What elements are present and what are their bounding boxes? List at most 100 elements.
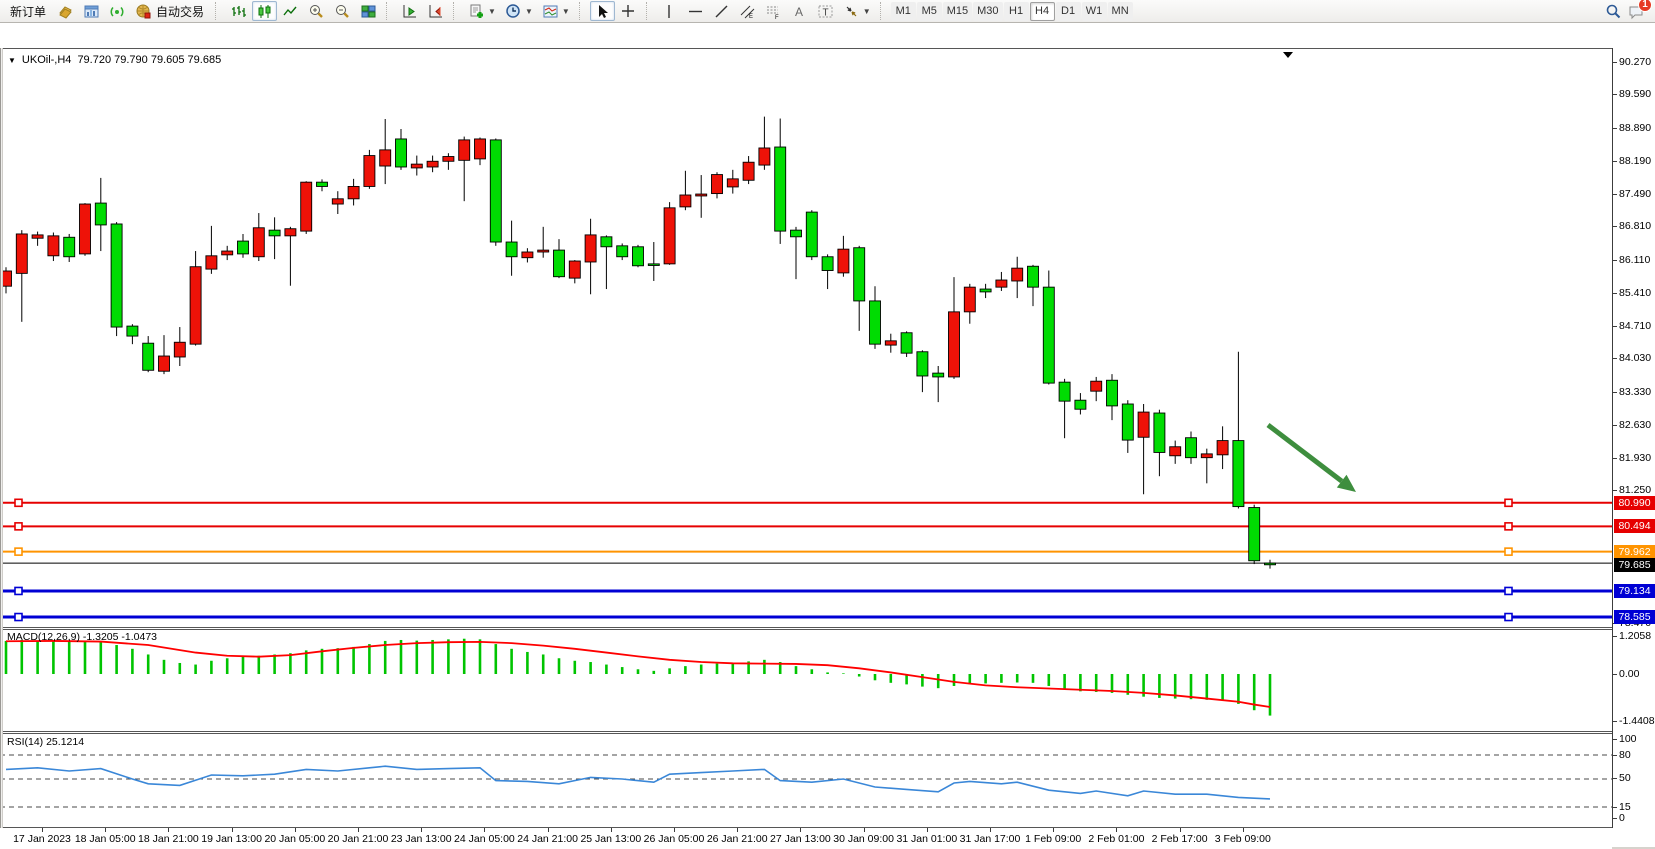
axis-tick-mark — [1613, 674, 1617, 675]
bear-candle-body — [633, 247, 644, 266]
timeframe-button-w1[interactable]: W1 — [1082, 2, 1107, 21]
horizontal-line-tool-button[interactable] — [683, 1, 708, 21]
new-chart-button[interactable]: ▼ — [464, 1, 500, 21]
chart-window[interactable]: ▼ UKOil-,H4 79.720 79.790 79.605 79.685 … — [0, 24, 1655, 825]
line-anchor-handle — [1505, 548, 1512, 555]
line-anchor-handle — [15, 548, 22, 555]
timeframe-button-m30[interactable]: M30 — [973, 2, 1002, 21]
zoom-in-button[interactable] — [304, 1, 329, 21]
pane-separator[interactable] — [0, 629, 1612, 630]
time-axis-tick — [484, 828, 485, 832]
new-order-button[interactable]: 新订单 — [4, 1, 52, 21]
time-axis-label: 30 Jan 09:00 — [833, 833, 894, 845]
candlestick-mode-button[interactable] — [252, 1, 277, 21]
bull-candle-body — [996, 280, 1007, 287]
arrows-tool-button[interactable]: ▼ — [839, 1, 875, 21]
pane-separator[interactable] — [0, 731, 1612, 732]
bear-candle-body — [1059, 382, 1070, 401]
dropdown-arrow-icon: ▼ — [488, 7, 496, 16]
timeframe-button-m5[interactable]: M5 — [917, 2, 942, 21]
label-tool-button[interactable]: T — [813, 1, 838, 21]
vertical-line-tool-button[interactable] — [657, 1, 682, 21]
cursor-arrow-icon — [594, 3, 611, 20]
auto-trading-globe-icon — [135, 3, 152, 20]
timeframe-button-m1[interactable]: M1 — [891, 2, 916, 21]
search-icon[interactable] — [1605, 3, 1622, 20]
line-chart-icon — [282, 3, 299, 20]
bear-candle-body — [1028, 266, 1039, 287]
fibonacci-tool-button[interactable]: F — [761, 1, 786, 21]
main-chart-canvas[interactable] — [0, 48, 1612, 627]
main-chart-pane[interactable] — [0, 48, 1612, 627]
pane-separator[interactable] — [0, 48, 1612, 49]
market-watch-button[interactable] — [53, 1, 78, 21]
price-axis-label: 83.330 — [1619, 386, 1651, 398]
trendline-icon — [713, 3, 730, 20]
time-axis-label: 24 Jan 05:00 — [454, 833, 515, 845]
bull-candle-body — [1138, 412, 1149, 437]
crosshair-tool-button[interactable] — [616, 1, 641, 21]
time-axis[interactable]: 17 Jan 202318 Jan 05:0018 Jan 21:0019 Ja… — [0, 828, 1612, 849]
rsi-canvas[interactable] — [0, 734, 1612, 827]
time-axis-tick — [1180, 828, 1181, 832]
pane-separator[interactable] — [0, 627, 1612, 628]
one-click-panel-collapse-icon[interactable]: ▼ — [8, 56, 16, 65]
price-axis-label: 88.890 — [1619, 122, 1651, 134]
gold-book-icon — [57, 3, 74, 20]
pane-separator[interactable] — [0, 733, 1612, 734]
chart-shift-button[interactable] — [423, 1, 448, 21]
bar-chart-mode-button[interactable] — [226, 1, 251, 21]
indicators-button[interactable]: ▼ — [538, 1, 574, 21]
crosshair-icon — [620, 3, 637, 20]
text-tool-button[interactable]: A — [787, 1, 812, 21]
period-button[interactable]: ▼ — [501, 1, 537, 21]
bear-candle-body — [1233, 441, 1244, 507]
trendline-tool-button[interactable] — [709, 1, 734, 21]
auto-scroll-button[interactable] — [397, 1, 422, 21]
svg-text:A: A — [795, 5, 803, 19]
macd-canvas[interactable] — [0, 630, 1612, 731]
charts-window-button[interactable] — [79, 1, 104, 21]
time-axis-label: 31 Jan 01:00 — [896, 833, 957, 845]
notifications-chat-icon[interactable]: 1 — [1628, 3, 1645, 20]
cursor-tool-button[interactable] — [590, 1, 615, 21]
timeframe-button-h4[interactable]: H4 — [1030, 2, 1055, 21]
text-a-icon: A — [791, 3, 808, 20]
axis-tick-mark — [1613, 807, 1617, 808]
signals-button[interactable] — [105, 1, 130, 21]
timeframe-button-d1[interactable]: D1 — [1056, 2, 1081, 21]
timeframe-button-m15[interactable]: M15 — [943, 2, 972, 21]
time-axis-tick — [611, 828, 612, 832]
bull-candle-body — [712, 175, 723, 194]
bear-candle-body — [1107, 380, 1118, 406]
bull-candle-body — [285, 229, 296, 236]
time-axis-label: 26 Jan 21:00 — [707, 833, 768, 845]
time-axis-tick — [295, 828, 296, 832]
timeframe-button-h1[interactable]: H1 — [1004, 2, 1029, 21]
time-axis-tick — [800, 828, 801, 832]
price-axis[interactable]: 90.27089.59088.89088.19087.49086.81086.1… — [1612, 48, 1655, 828]
bear-candle-body — [917, 352, 928, 376]
zoom-in-icon — [308, 3, 325, 20]
macd-axis-label: -1.4408 — [1619, 715, 1655, 727]
time-axis-label: 18 Jan 05:00 — [75, 833, 136, 845]
timeframe-button-mn[interactable]: MN — [1108, 2, 1133, 21]
bull-candle-body — [459, 140, 470, 160]
line-chart-mode-button[interactable] — [278, 1, 303, 21]
time-axis-label: 27 Jan 13:00 — [770, 833, 831, 845]
clock-icon — [505, 3, 522, 20]
new-order-label: 新订单 — [8, 3, 48, 20]
bull-candle-body — [475, 139, 486, 159]
zoom-out-button[interactable] — [330, 1, 355, 21]
auto-trading-button[interactable]: 自动交易 — [131, 1, 210, 21]
bear-candle-body — [238, 241, 249, 254]
time-axis-tick — [1053, 828, 1054, 832]
rsi-indicator-pane[interactable] — [0, 734, 1612, 827]
price-axis-label: 88.190 — [1619, 155, 1651, 167]
macd-indicator-pane[interactable] — [0, 630, 1612, 731]
tile-windows-button[interactable] — [356, 1, 381, 21]
line-anchor-handle — [15, 523, 22, 530]
bear-candle-body — [111, 224, 122, 327]
line-anchor-handle — [1505, 614, 1512, 621]
channel-tool-button[interactable]: E — [735, 1, 760, 21]
